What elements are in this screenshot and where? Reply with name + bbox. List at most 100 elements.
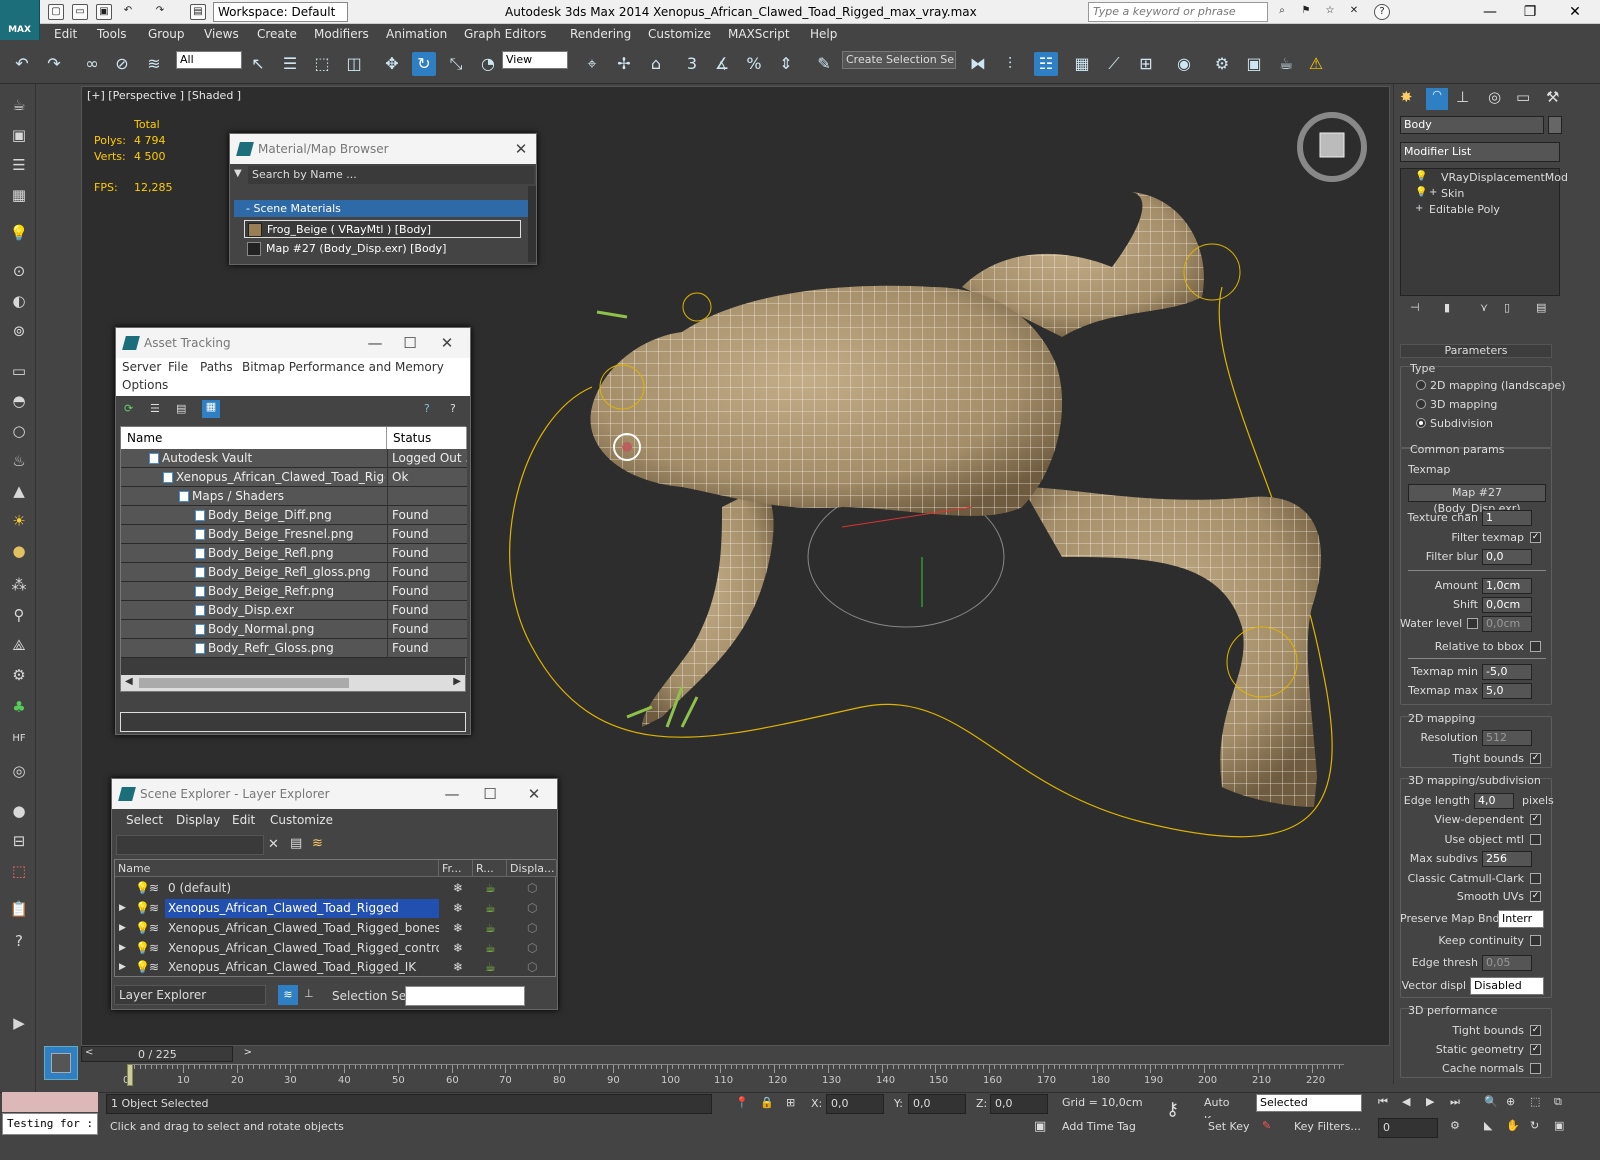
key-filters-button[interactable]: Key Filters... [1290, 1118, 1370, 1138]
render-teapot-icon[interactable]: ☕ [485, 899, 496, 918]
refresh-icon[interactable]: ⟳ [124, 402, 133, 415]
utilities-tab-icon[interactable]: ⚒ [1546, 88, 1559, 106]
half-sphere-icon[interactable]: ◐ [8, 290, 30, 312]
configure-sets-icon[interactable]: ▤ [1536, 301, 1546, 314]
menu-modifiers[interactable]: Modifiers [314, 27, 369, 41]
material-browser-titlebar[interactable]: Material/Map Browser ✕ [230, 134, 536, 164]
play-icon[interactable]: ▶ [1426, 1095, 1434, 1108]
layer-explorer-icon[interactable]: ☷ [1034, 52, 1058, 76]
thumbnail-view-icon[interactable]: ▤ [176, 402, 186, 415]
move-icon[interactable]: ✥ [380, 52, 404, 76]
hierarchy-icon[interactable]: ⊟ [8, 830, 30, 852]
prev-key-icon[interactable]: ◀ [1402, 1095, 1410, 1108]
viewport-label[interactable]: [+] [Perspective ] [Shaded ] [87, 89, 241, 102]
layer-visibility-icon[interactable]: 💡 [135, 899, 150, 918]
table-row[interactable]: Xenopus_African_Clawed_Toad_Rigge...Ok [121, 468, 467, 487]
texture-chan-spinner[interactable]: 1 [1482, 510, 1532, 526]
expand-arrow-icon[interactable]: ▶ [119, 899, 126, 918]
layer-row[interactable]: 💡 ≋ 0 (default) ❄ ☕ ⬡ [115, 879, 557, 898]
display-box-icon[interactable]: ⬡ [527, 919, 537, 938]
maxscript-output[interactable] [2, 1092, 98, 1112]
redo-icon[interactable]: ↷ [42, 52, 66, 76]
sphere-light-icon[interactable]: ● [8, 540, 30, 562]
bind-space-warp-icon[interactable]: ≋ [142, 52, 166, 76]
image-icon[interactable]: ▣ [8, 124, 30, 146]
close-button[interactable]: ✕ [1555, 2, 1595, 22]
scene-menu-edit[interactable]: Edit [232, 813, 255, 827]
select-object-icon[interactable]: ↖ [246, 52, 270, 76]
reference-coordinate-dropdown[interactable]: View [502, 51, 568, 69]
asset-menu-bitmap-performance[interactable]: Bitmap Performance and Memory [242, 360, 444, 374]
modifier-skin[interactable]: Skin [1441, 187, 1464, 200]
zoom-icon[interactable]: 🔍 [1484, 1095, 1498, 1108]
menu-rendering[interactable]: Rendering [570, 27, 631, 41]
keyword-search-input[interactable]: Type a keyword or phrase [1088, 2, 1268, 22]
modifier-bulb-icon[interactable]: 💡 [1415, 171, 1427, 182]
scene-menu-display[interactable]: Display [176, 813, 220, 827]
menu-group[interactable]: Group [148, 27, 185, 41]
scene-materials-group[interactable]: - Scene Materials [234, 200, 528, 217]
undo-icon[interactable]: ↶ [120, 4, 136, 20]
basket-icon[interactable]: ♨ [8, 450, 30, 472]
x-coordinate-field[interactable]: 0,0 [826, 1094, 884, 1114]
asset-menu-file[interactable]: File [168, 360, 188, 374]
close-icon[interactable]: ✕ [432, 328, 462, 358]
new-layer-icon[interactable]: ▤ [290, 836, 302, 851]
maxscript-listener[interactable]: Testing for : [2, 1113, 98, 1135]
freeze-snowflake-icon[interactable]: ❄ [453, 879, 463, 898]
motion-tab-icon[interactable]: ◎ [1488, 88, 1501, 106]
select-manipulate-icon[interactable]: ✢ [612, 52, 636, 76]
measure-icon[interactable]: ⟁ [8, 634, 30, 656]
menu-edit[interactable]: Edit [54, 27, 77, 41]
explorer-mode-dropdown[interactable]: Layer Explorer [114, 985, 266, 1005]
snaps-toggle-icon[interactable]: 3 [680, 52, 704, 76]
scene-menu-select[interactable]: Select [126, 813, 163, 827]
grid-table-icon[interactable]: ▦ [8, 184, 30, 206]
amount-spinner[interactable]: 1,0cm [1482, 578, 1532, 594]
relative-bbox-checkbox[interactable] [1530, 641, 1541, 652]
menu-customize[interactable]: Customize [648, 27, 711, 41]
close-search-icon[interactable]: ✕ [1346, 4, 1362, 20]
layer-visibility-icon[interactable]: 💡 [135, 939, 150, 958]
orbit-icon[interactable]: ↻ [1530, 1119, 1539, 1132]
freeze-snowflake-icon[interactable]: ❄ [453, 939, 463, 958]
max-subdivs-spinner[interactable]: 256 [1482, 851, 1532, 867]
display-box-icon[interactable]: ⬡ [527, 958, 537, 977]
layer-row[interactable]: ▶ 💡 ≋ Xenopus_African_Clawed_Toad_Rigged… [115, 939, 557, 958]
render-region-icon[interactable]: ⬚ [8, 860, 30, 882]
layer-row[interactable]: ▶ 💡 ≋ Xenopus_African_Clawed_Toad_Rigged… [115, 899, 557, 918]
show-end-result-icon[interactable]: ▮ [1444, 301, 1450, 314]
table-row[interactable]: Body_Disp.exr Found [121, 601, 467, 620]
percent-snap-icon[interactable]: % [742, 52, 766, 76]
list-view-icon[interactable]: ☰ [150, 402, 160, 415]
table-row[interactable]: Body_Refr_Gloss.png Found [121, 639, 467, 658]
bones-icon[interactable]: ⚲ [8, 604, 30, 626]
menu-help[interactable]: Help [810, 27, 837, 41]
modifier-vraydisplacement[interactable]: VRayDisplacementMod [1441, 171, 1568, 184]
mirror-icon[interactable]: ⧓ [966, 52, 990, 76]
catmull-clark-checkbox[interactable] [1530, 873, 1541, 884]
graphite-ribbon-icon[interactable]: ▦ [1070, 52, 1094, 76]
pin-stack-icon[interactable]: ⊣ [1410, 301, 1420, 314]
display-box-icon[interactable]: ⬡ [527, 879, 537, 898]
selection-set-dropdown[interactable] [405, 986, 525, 1006]
shift-spinner[interactable]: 0,0cm [1482, 597, 1532, 613]
select-by-name-icon[interactable]: ☰ [278, 52, 302, 76]
zoom-extents-all-icon[interactable]: ⧉ [1554, 1095, 1562, 1109]
align-icon[interactable]: ⫶ [998, 52, 1022, 76]
texmap-min-spinner[interactable]: -5,0 [1482, 664, 1532, 680]
redo-icon[interactable]: ↷ [152, 4, 168, 20]
new-file-icon[interactable]: ▢ [48, 4, 64, 20]
selection-filter-dropdown[interactable]: All [176, 51, 242, 69]
hair-fur-icon[interactable]: HF [8, 728, 30, 750]
water-level-checkbox[interactable] [1467, 618, 1478, 629]
modify-tab-icon[interactable]: ◠ [1426, 88, 1448, 110]
render-teapot-icon[interactable]: ☕ [485, 919, 496, 938]
layer-visibility-icon[interactable]: 💡 [135, 958, 150, 977]
maximize-viewport-icon[interactable]: ▣ [1554, 1119, 1564, 1132]
use-object-mtl-checkbox[interactable] [1530, 834, 1541, 845]
display-box-icon[interactable]: ⬡ [527, 939, 537, 958]
add-to-layer-icon[interactable]: ≋ [312, 836, 323, 851]
app-logo[interactable]: MAX [0, 0, 40, 40]
named-selection-set-dropdown[interactable]: Create Selection Se [842, 51, 956, 69]
